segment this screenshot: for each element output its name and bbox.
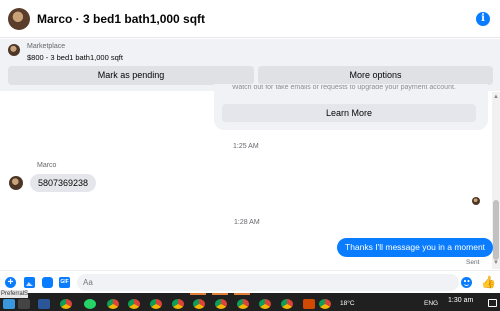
active-indicator (234, 293, 250, 295)
chrome-icon[interactable] (281, 299, 293, 309)
chrome-icon[interactable] (237, 299, 249, 309)
chrome-icon[interactable] (319, 299, 331, 309)
notification-icon[interactable] (488, 299, 497, 307)
marketplace-label: Marketplace (27, 43, 66, 50)
emoji-icon[interactable] (461, 277, 472, 288)
message-status: Sent (466, 259, 480, 266)
clock[interactable]: 1:30 am (448, 297, 473, 304)
listing-description[interactable]: $800 - 3 bed1 bath1,000 sqft (27, 53, 123, 62)
chrome-icon[interactable] (259, 299, 271, 309)
chrome-icon[interactable] (107, 299, 119, 309)
seen-avatar (472, 197, 480, 205)
file-explorer-icon[interactable] (38, 299, 50, 309)
conversation-title[interactable]: Marco · 3 bed1 bath1,000 sqft (37, 12, 205, 26)
active-indicator (212, 293, 228, 295)
plus-icon[interactable]: + (5, 277, 16, 288)
info-icon[interactable]: i (476, 12, 490, 26)
chrome-icon[interactable] (193, 299, 205, 309)
chrome-icon[interactable] (215, 299, 227, 309)
whatsapp-icon[interactable] (84, 299, 96, 309)
like-icon[interactable]: 👍 (481, 276, 496, 288)
gif-icon[interactable]: GIF (59, 277, 70, 288)
search-icon[interactable] (18, 299, 30, 309)
app-icon[interactable] (303, 299, 315, 309)
image-icon[interactable] (24, 277, 35, 288)
listing-thumbnail[interactable] (8, 44, 20, 56)
learn-more-button[interactable]: Learn More (222, 104, 476, 122)
sticker-icon[interactable] (42, 277, 53, 288)
mark-as-pending-button[interactable]: Mark as pending (8, 66, 254, 85)
file-tab[interactable]: PreferralS... (0, 290, 28, 298)
sender-name: Marco (37, 162, 57, 169)
message-input[interactable] (77, 274, 459, 291)
more-options-button[interactable]: More options (258, 66, 493, 85)
conversation-header: Marco · 3 bed1 bath1,000 sqft i (0, 0, 500, 38)
weather-temp[interactable]: 18°C (340, 300, 355, 307)
incoming-message[interactable]: 5807369238 (30, 174, 97, 192)
outgoing-message[interactable]: Thanks I'll message you in a moment (337, 238, 494, 257)
scroll-up-arrow-icon[interactable]: ▲ (493, 94, 499, 100)
active-indicator (190, 293, 206, 295)
chrome-icon[interactable] (128, 299, 140, 309)
sender-avatar[interactable] (9, 176, 23, 190)
scrollbar-thumb[interactable] (493, 200, 499, 260)
contact-avatar[interactable] (8, 8, 30, 30)
scroll-down-arrow-icon[interactable]: ▼ (493, 260, 499, 266)
start-icon[interactable] (3, 299, 15, 309)
timestamp: 1:25 AM (233, 143, 259, 150)
safety-notice-text: Watch out for fake emails or requests to… (232, 85, 456, 91)
chrome-icon[interactable] (172, 299, 184, 309)
chrome-icon[interactable] (150, 299, 162, 309)
timestamp: 1:28 AM (234, 219, 260, 226)
chrome-icon[interactable] (60, 299, 72, 309)
language-indicator[interactable]: ENG (424, 300, 438, 307)
